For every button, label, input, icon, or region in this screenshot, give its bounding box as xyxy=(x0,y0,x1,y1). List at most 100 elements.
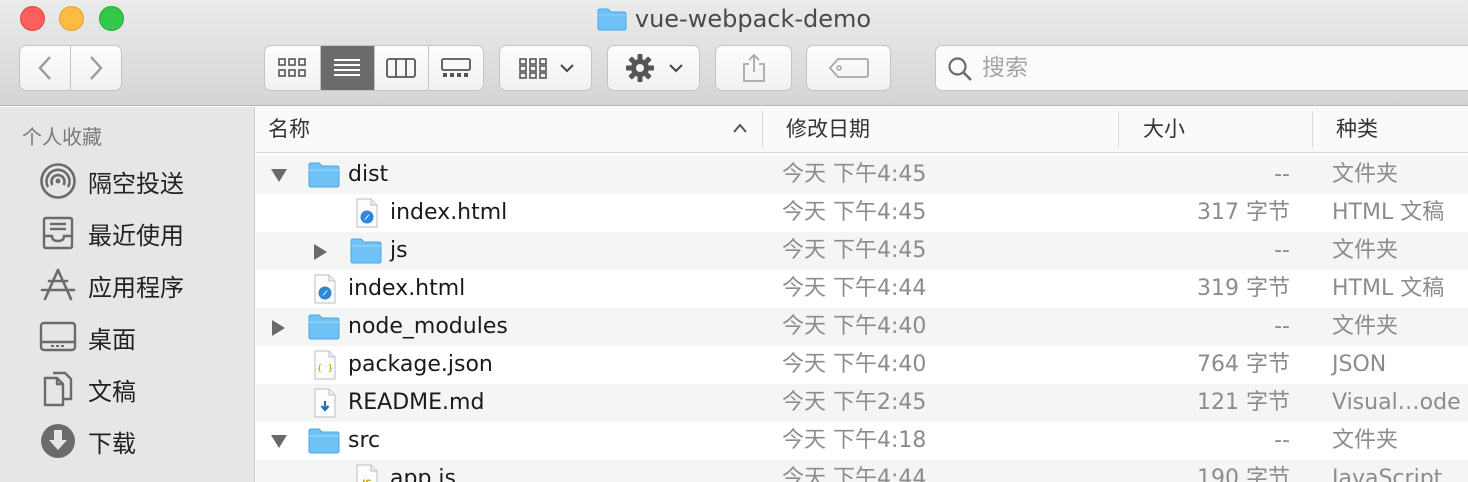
json-file-icon: { } xyxy=(312,350,338,384)
file-kind: JSON xyxy=(1332,352,1387,377)
file-size: -- xyxy=(1274,162,1290,187)
file-list: 名称 修改日期 大小 种类 dist 今天 下午4:45 -- 文件夹 index.ht… xyxy=(256,107,1468,482)
file-kind: 文件夹 xyxy=(1332,162,1399,187)
file-modified-date: 今天 下午4:45 xyxy=(782,238,927,263)
file-name: README.md xyxy=(348,390,485,415)
sidebar-item-applications[interactable]: 应用程序 xyxy=(0,261,254,309)
share-button[interactable] xyxy=(715,45,792,91)
file-row[interactable]: index.html 今天 下午4:44 319 字节 HTML 文稿 xyxy=(256,270,1468,308)
sidebar-item-label: 隔空投送 xyxy=(88,169,184,198)
file-size: 190 字节 xyxy=(1197,466,1290,482)
file-name: src xyxy=(348,428,381,453)
file-size: -- xyxy=(1274,428,1290,453)
sidebar: 个人收藏 隔空投送 最近使用 应用程序 桌面 文稿 下载 xyxy=(0,107,255,482)
icon-view-button[interactable] xyxy=(265,46,321,90)
file-name: node_modules xyxy=(348,314,508,339)
file-size: 317 字节 xyxy=(1197,200,1290,225)
file-modified-date: 今天 下午4:44 xyxy=(782,466,927,482)
sidebar-item-airdrop[interactable]: 隔空投送 xyxy=(0,157,254,205)
column-header-size[interactable]: 大小 xyxy=(1143,107,1185,153)
file-row[interactable]: README.md 今天 下午2:45 121 字节 Visual…ode xyxy=(256,384,1468,422)
action-menu-button[interactable] xyxy=(607,45,700,91)
file-size: 764 字节 xyxy=(1197,352,1290,377)
group-by-dropdown[interactable] xyxy=(499,45,592,91)
file-row[interactable]: JS app.js 今天 下午4:44 190 字节 JavaScript xyxy=(256,460,1468,482)
disclosure-triangle-collapsed-icon[interactable] xyxy=(312,243,328,260)
file-kind: Visual…ode xyxy=(1332,390,1461,415)
forward-button[interactable] xyxy=(71,46,122,90)
file-kind: 文件夹 xyxy=(1332,428,1399,453)
markdown-file-icon xyxy=(312,388,338,422)
group-icon xyxy=(518,58,547,79)
file-kind: 文件夹 xyxy=(1332,238,1399,263)
search-field[interactable] xyxy=(935,45,1468,91)
column-divider[interactable] xyxy=(1118,111,1119,147)
window-title: vue-webpack-demo xyxy=(634,5,872,33)
file-kind: 文件夹 xyxy=(1332,314,1399,339)
column-divider[interactable] xyxy=(762,111,763,147)
file-kind: JavaScript xyxy=(1332,466,1443,482)
navigation-buttons xyxy=(19,45,122,91)
file-row[interactable]: { } package.json 今天 下午4:40 764 字节 JSON xyxy=(256,346,1468,384)
share-icon xyxy=(742,53,765,82)
folder-icon xyxy=(308,426,340,458)
column-header-modified[interactable]: 修改日期 xyxy=(786,107,870,153)
sort-ascending-icon xyxy=(733,123,747,133)
file-row[interactable]: node_modules 今天 下午4:40 -- 文件夹 xyxy=(256,308,1468,346)
view-mode-control xyxy=(264,45,484,91)
search-input[interactable] xyxy=(982,52,1462,84)
sidebar-item-label: 桌面 xyxy=(88,325,136,354)
file-kind: HTML 文稿 xyxy=(1332,276,1445,301)
folder-icon xyxy=(308,160,340,192)
file-size: 121 字节 xyxy=(1197,390,1290,415)
downloads-icon xyxy=(38,421,78,461)
sidebar-heading-favorites: 个人收藏 xyxy=(22,125,102,149)
html-file-icon xyxy=(354,198,380,232)
file-size: -- xyxy=(1274,238,1290,263)
sidebar-item-recents[interactable]: 最近使用 xyxy=(0,209,254,257)
disclosure-triangle-expanded-icon[interactable] xyxy=(270,167,287,183)
file-modified-date: 今天 下午4:18 xyxy=(782,428,927,453)
gallery-view-button[interactable] xyxy=(429,46,483,90)
javascript-file-icon: JS xyxy=(354,464,380,482)
file-modified-date: 今天 下午4:45 xyxy=(782,200,927,225)
file-name: js xyxy=(390,238,408,263)
back-button[interactable] xyxy=(20,46,71,90)
column-header: 名称 修改日期 大小 种类 xyxy=(256,107,1468,153)
folder-icon xyxy=(597,7,627,39)
disclosure-triangle-collapsed-icon[interactable] xyxy=(270,319,286,336)
airdrop-icon xyxy=(38,161,78,201)
sidebar-item-desktop[interactable]: 桌面 xyxy=(0,313,254,361)
column-view-icon xyxy=(386,58,417,78)
sidebar-item-label: 应用程序 xyxy=(88,273,184,302)
chevron-left-icon xyxy=(38,56,51,80)
window-toolbar: vue-webpack-demo xyxy=(0,0,1468,106)
file-modified-date: 今天 下午4:40 xyxy=(782,352,927,377)
search-icon xyxy=(948,57,972,81)
column-view-button[interactable] xyxy=(375,46,429,90)
column-header-name[interactable]: 名称 xyxy=(268,107,310,153)
sidebar-item-label: 下载 xyxy=(88,429,136,458)
documents-icon xyxy=(38,369,78,409)
disclosure-triangle-expanded-icon[interactable] xyxy=(270,433,287,449)
chevron-down-icon xyxy=(559,64,574,73)
file-modified-date: 今天 下午2:45 xyxy=(782,390,927,415)
tags-button[interactable] xyxy=(806,45,891,91)
file-row[interactable]: dist 今天 下午4:45 -- 文件夹 xyxy=(256,156,1468,194)
file-size: 319 字节 xyxy=(1197,276,1290,301)
column-divider[interactable] xyxy=(1312,111,1313,147)
file-row[interactable]: js 今天 下午4:45 -- 文件夹 xyxy=(256,232,1468,270)
list-view-button[interactable] xyxy=(320,46,375,90)
file-kind: HTML 文稿 xyxy=(1332,200,1445,225)
file-modified-date: 今天 下午4:44 xyxy=(782,276,927,301)
gear-icon xyxy=(625,54,654,82)
column-header-kind[interactable]: 种类 xyxy=(1336,107,1378,153)
sidebar-item-downloads[interactable]: 下载 xyxy=(0,417,254,465)
gallery-view-icon xyxy=(440,58,471,77)
file-name: dist xyxy=(348,162,389,187)
file-row[interactable]: src 今天 下午4:18 -- 文件夹 xyxy=(256,422,1468,460)
sidebar-item-label: 最近使用 xyxy=(88,221,184,250)
file-row[interactable]: index.html 今天 下午4:45 317 字节 HTML 文稿 xyxy=(256,194,1468,232)
desktop-icon xyxy=(38,317,78,357)
sidebar-item-documents[interactable]: 文稿 xyxy=(0,365,254,413)
